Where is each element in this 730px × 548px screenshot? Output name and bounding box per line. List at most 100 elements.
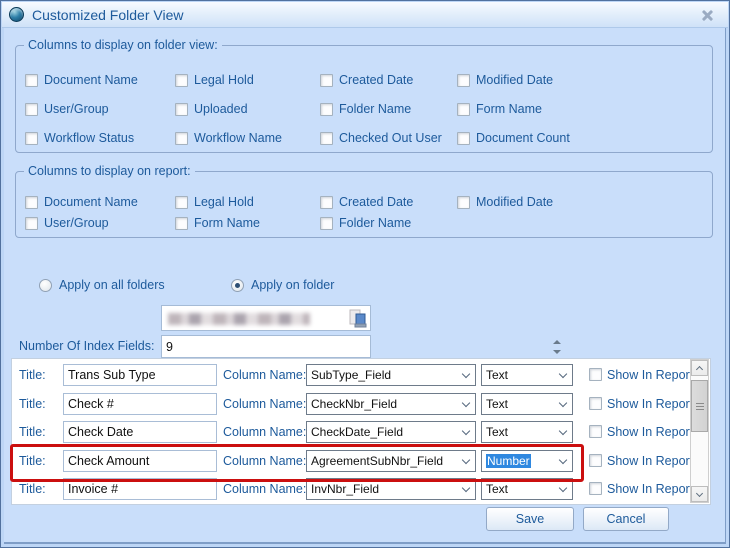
column-name-label: Column Name: [223, 450, 306, 472]
cancel-button[interactable]: Cancel [583, 507, 669, 531]
browse-icon[interactable] [347, 309, 367, 329]
row-4-title-input[interactable] [63, 450, 217, 472]
chevron-down-icon [696, 490, 703, 497]
count-spinner[interactable] [551, 339, 563, 355]
rows-scrollbar[interactable] [690, 359, 709, 503]
form-name-checkbox[interactable] [457, 103, 470, 116]
row-1-title-input[interactable] [63, 364, 217, 386]
checkbox-label: Legal Hold [194, 195, 254, 209]
chevron-down-icon [559, 370, 567, 378]
checkbox-label: Legal Hold [194, 73, 254, 87]
legal-hold-report-checkbox[interactable] [175, 196, 188, 209]
chevron-down-icon [462, 399, 470, 407]
customized-folder-view-dialog: Customized Folder View Columns to displa… [0, 0, 730, 548]
row-1-type-select[interactable]: Text [481, 364, 573, 386]
chevron-down-icon [462, 484, 470, 492]
select-value: Text [486, 482, 508, 496]
folder-name-report-checkbox[interactable] [320, 217, 333, 230]
radio-label: Apply on all folders [59, 278, 165, 292]
row-3-title-input[interactable] [63, 421, 217, 443]
select-value: Text [486, 368, 508, 382]
document-name-report-checkbox[interactable] [25, 196, 38, 209]
checkbox-label: Modified Date [476, 73, 553, 87]
chevron-down-icon [462, 456, 470, 464]
folder-view-columns-group: Columns to display on folder view: Docum… [15, 45, 713, 153]
select-value: CheckDate_Field [311, 425, 403, 439]
checkbox-label: Document Name [44, 73, 138, 87]
select-value: InvNbr_Field [311, 482, 379, 496]
scroll-thumb[interactable] [691, 380, 708, 432]
apply-on-folder-radio[interactable] [231, 279, 244, 292]
uploaded-checkbox[interactable] [175, 103, 188, 116]
spinner-up-icon[interactable] [553, 340, 561, 344]
row-1-column-select[interactable]: SubType_Field [306, 364, 476, 386]
created-date-report-checkbox[interactable] [320, 196, 333, 209]
workflow-name-checkbox[interactable] [175, 132, 188, 145]
folder-name-checkbox[interactable] [320, 103, 333, 116]
row-2-type-select[interactable]: Text [481, 393, 573, 415]
document-count-checkbox[interactable] [457, 132, 470, 145]
select-value: AgreementSubNbr_Field [311, 454, 443, 468]
folder-target-input[interactable] [161, 305, 371, 331]
spinner-down-icon[interactable] [553, 350, 561, 354]
show-in-report-label: Show In Report [607, 450, 693, 472]
row-3-show-in-report-checkbox[interactable] [589, 425, 602, 438]
title-label: Title: [19, 393, 46, 415]
row-1-show-in-report-checkbox[interactable] [589, 368, 602, 381]
modified-date-report-checkbox[interactable] [457, 196, 470, 209]
checkbox-label: Form Name [194, 216, 260, 230]
row-3-type-select[interactable]: Text [481, 421, 573, 443]
select-value: Text [486, 397, 508, 411]
group-legend: Columns to display on report: [24, 164, 195, 178]
created-date-checkbox[interactable] [320, 74, 333, 87]
index-field-row: Title: Column Name: CheckNbr_Field Text … [11, 393, 687, 415]
form-name-report-checkbox[interactable] [175, 217, 188, 230]
row-4-show-in-report-checkbox[interactable] [589, 454, 602, 467]
title-label: Title: [19, 421, 46, 443]
show-in-report-label: Show In Report [607, 364, 693, 386]
index-fields-count-input[interactable] [161, 335, 371, 358]
row-5-title-input[interactable] [63, 478, 217, 500]
workflow-status-checkbox[interactable] [25, 132, 38, 145]
title-bar: Customized Folder View [2, 2, 728, 28]
row-2-column-select[interactable]: CheckNbr_Field [306, 393, 476, 415]
row-4-type-select[interactable]: Number [481, 450, 573, 472]
modified-date-checkbox[interactable] [457, 74, 470, 87]
save-button[interactable]: Save [486, 507, 574, 531]
chevron-down-icon [462, 427, 470, 435]
close-button[interactable] [700, 8, 714, 22]
checkbox-label: Workflow Name [194, 131, 282, 145]
index-field-row: Title: Column Name: InvNbr_Field Text Sh… [11, 478, 687, 500]
row-2-show-in-report-checkbox[interactable] [589, 397, 602, 410]
select-value: Text [486, 425, 508, 439]
radio-label: Apply on folder [251, 278, 334, 292]
row-4-column-select[interactable]: AgreementSubNbr_Field [306, 450, 476, 472]
radio-selected-dot [235, 283, 240, 288]
row-5-type-select[interactable]: Text [481, 478, 573, 500]
row-5-show-in-report-checkbox[interactable] [589, 482, 602, 495]
thumb-grip-icon [696, 403, 704, 410]
apply-all-folders-radio[interactable] [39, 279, 52, 292]
window-title: Customized Folder View [32, 2, 183, 28]
title-label: Title: [19, 364, 46, 386]
show-in-report-label: Show In Report [607, 421, 693, 443]
checkbox-label: Created Date [339, 195, 413, 209]
scroll-down-button[interactable] [691, 486, 708, 502]
user-group-checkbox[interactable] [25, 103, 38, 116]
scroll-up-button[interactable] [691, 360, 708, 376]
user-group-report-checkbox[interactable] [25, 217, 38, 230]
show-in-report-label: Show In Report [607, 478, 693, 500]
row-2-title-input[interactable] [63, 393, 217, 415]
checked-out-user-checkbox[interactable] [320, 132, 333, 145]
column-name-label: Column Name: [223, 478, 306, 500]
row-5-column-select[interactable]: InvNbr_Field [306, 478, 476, 500]
index-field-row: Title: Column Name: CheckDate_Field Text… [11, 421, 687, 443]
legal-hold-checkbox[interactable] [175, 74, 188, 87]
report-columns-group: Columns to display on report: Document N… [15, 171, 713, 238]
row-3-column-select[interactable]: CheckDate_Field [306, 421, 476, 443]
checkbox-label: Modified Date [476, 195, 553, 209]
chevron-down-icon [559, 484, 567, 492]
document-name-checkbox[interactable] [25, 74, 38, 87]
checkbox-label: Form Name [476, 102, 542, 116]
checkbox-label: User/Group [44, 216, 109, 230]
